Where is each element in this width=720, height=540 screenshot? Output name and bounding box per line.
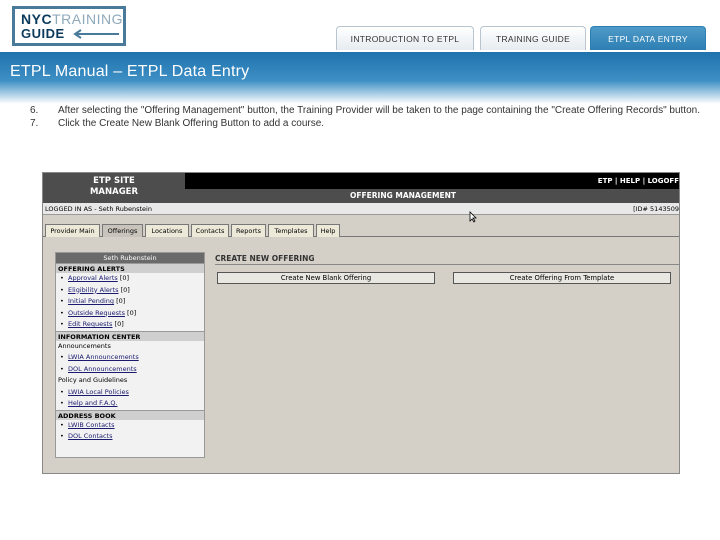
list-item[interactable]: • Initial Pending [0] xyxy=(56,296,204,308)
top-links[interactable]: ETP | HELP | LOGOFF xyxy=(598,177,679,185)
offering-management-header: OFFERING MANAGEMENT xyxy=(185,189,679,203)
logged-in-label: LOGGED IN AS - Seth Rubenstein xyxy=(45,205,152,213)
site-title-line-1: ETP SITE xyxy=(93,176,135,186)
page-title: ETPL Manual – ETPL Data Entry xyxy=(10,63,250,80)
nav-tab-reports[interactable]: Reports xyxy=(231,224,266,237)
nav-tab-provider-main[interactable]: Provider Main xyxy=(45,224,100,237)
logged-in-bar: LOGGED IN AS - Seth Rubenstein [ID# 5143… xyxy=(43,203,679,215)
list-item[interactable]: • DOL Contacts xyxy=(56,431,204,443)
step-item: 7. Click the Create New Blank Offering B… xyxy=(30,118,700,131)
create-new-blank-offering-button[interactable]: Create New Blank Offering xyxy=(217,272,435,284)
tab-introduction-to-etpl[interactable]: INTRODUCTION TO ETPL xyxy=(336,26,474,50)
nav-tab-contacts[interactable]: Contacts xyxy=(191,224,229,237)
left-sidebar-panel: Seth Rubenstein OFFERING ALERTS • Approva… xyxy=(55,252,205,458)
address-book-heading: ADDRESS BOOK xyxy=(56,409,204,420)
offering-management-screenshot: ETP SITE MANAGER ETP | HELP | LOGOFF OFF… xyxy=(42,172,680,474)
step-number: 7. xyxy=(30,117,39,129)
nav-tab-help[interactable]: Help xyxy=(316,224,340,237)
list-item[interactable]: • Approval Alerts [0] xyxy=(56,273,204,285)
information-center-heading: INFORMATION CENTER xyxy=(56,330,204,341)
list-item[interactable]: • LWIA Announcements xyxy=(56,352,204,364)
list-item[interactable]: • LWIA Local Policies xyxy=(56,387,204,399)
list-item[interactable]: • Eligibility Alerts [0] xyxy=(56,285,204,297)
list-item[interactable]: • DOL Announcements xyxy=(56,364,204,376)
create-offering-from-template-button[interactable]: Create Offering From Template xyxy=(453,272,671,284)
mouse-cursor-icon xyxy=(469,211,477,223)
offering-alerts-heading: OFFERING ALERTS xyxy=(56,263,204,273)
logo-training: TRAINING xyxy=(52,11,123,27)
step-text: After selecting the "Offering Management… xyxy=(58,105,700,116)
logo-guide: GUIDE xyxy=(21,26,65,41)
logo-arrow-icon xyxy=(73,29,119,39)
policy-subheading: Policy and Guidelines xyxy=(58,376,128,384)
nyc-training-guide-logo[interactable]: NYCTRAINING GUIDE xyxy=(12,6,126,46)
screenshot-nav-tabs: Provider Main Offerings Locations Contac… xyxy=(43,223,679,237)
list-item[interactable]: • Help and F.A.Q. xyxy=(56,398,204,410)
tab-etpl-data-entry[interactable]: ETPL DATA ENTRY xyxy=(590,26,706,50)
nav-tab-templates[interactable]: Templates xyxy=(268,224,314,237)
slide: NYCTRAINING GUIDE INTRODUCTION TO ETPL T… xyxy=(0,0,720,540)
nav-tab-offerings[interactable]: Offerings xyxy=(102,224,143,237)
title-band: ETPL Manual – ETPL Data Entry xyxy=(0,52,720,104)
step-item: 6. After selecting the "Offering Managem… xyxy=(30,105,700,118)
tab-training-guide[interactable]: TRAINING GUIDE xyxy=(480,26,586,50)
announcements-subheading: Announcements xyxy=(58,341,111,350)
etp-site-manager-title: ETP SITE MANAGER xyxy=(43,173,185,203)
list-item[interactable]: • LWIB Contacts xyxy=(56,420,204,432)
site-title-line-2: MANAGER xyxy=(89,187,139,197)
step-text: Click the Create New Blank Offering Butt… xyxy=(58,117,325,129)
logo-nyc: NYC xyxy=(21,11,53,27)
user-name-bar: Seth Rubenstein xyxy=(56,253,204,263)
step-number: 6. xyxy=(30,105,39,116)
list-item[interactable]: • Edit Requests [0] xyxy=(56,319,204,331)
nav-tab-locations[interactable]: Locations xyxy=(145,224,189,237)
create-new-offering-heading: CREATE NEW OFFERING xyxy=(215,253,679,265)
logo-line-1: NYCTRAINING xyxy=(21,11,123,27)
provider-id-label: [ID# 5143509 xyxy=(633,205,679,213)
instruction-steps: 6. After selecting the "Offering Managem… xyxy=(30,105,700,130)
list-item[interactable]: • Outside Requests [0] xyxy=(56,308,204,320)
